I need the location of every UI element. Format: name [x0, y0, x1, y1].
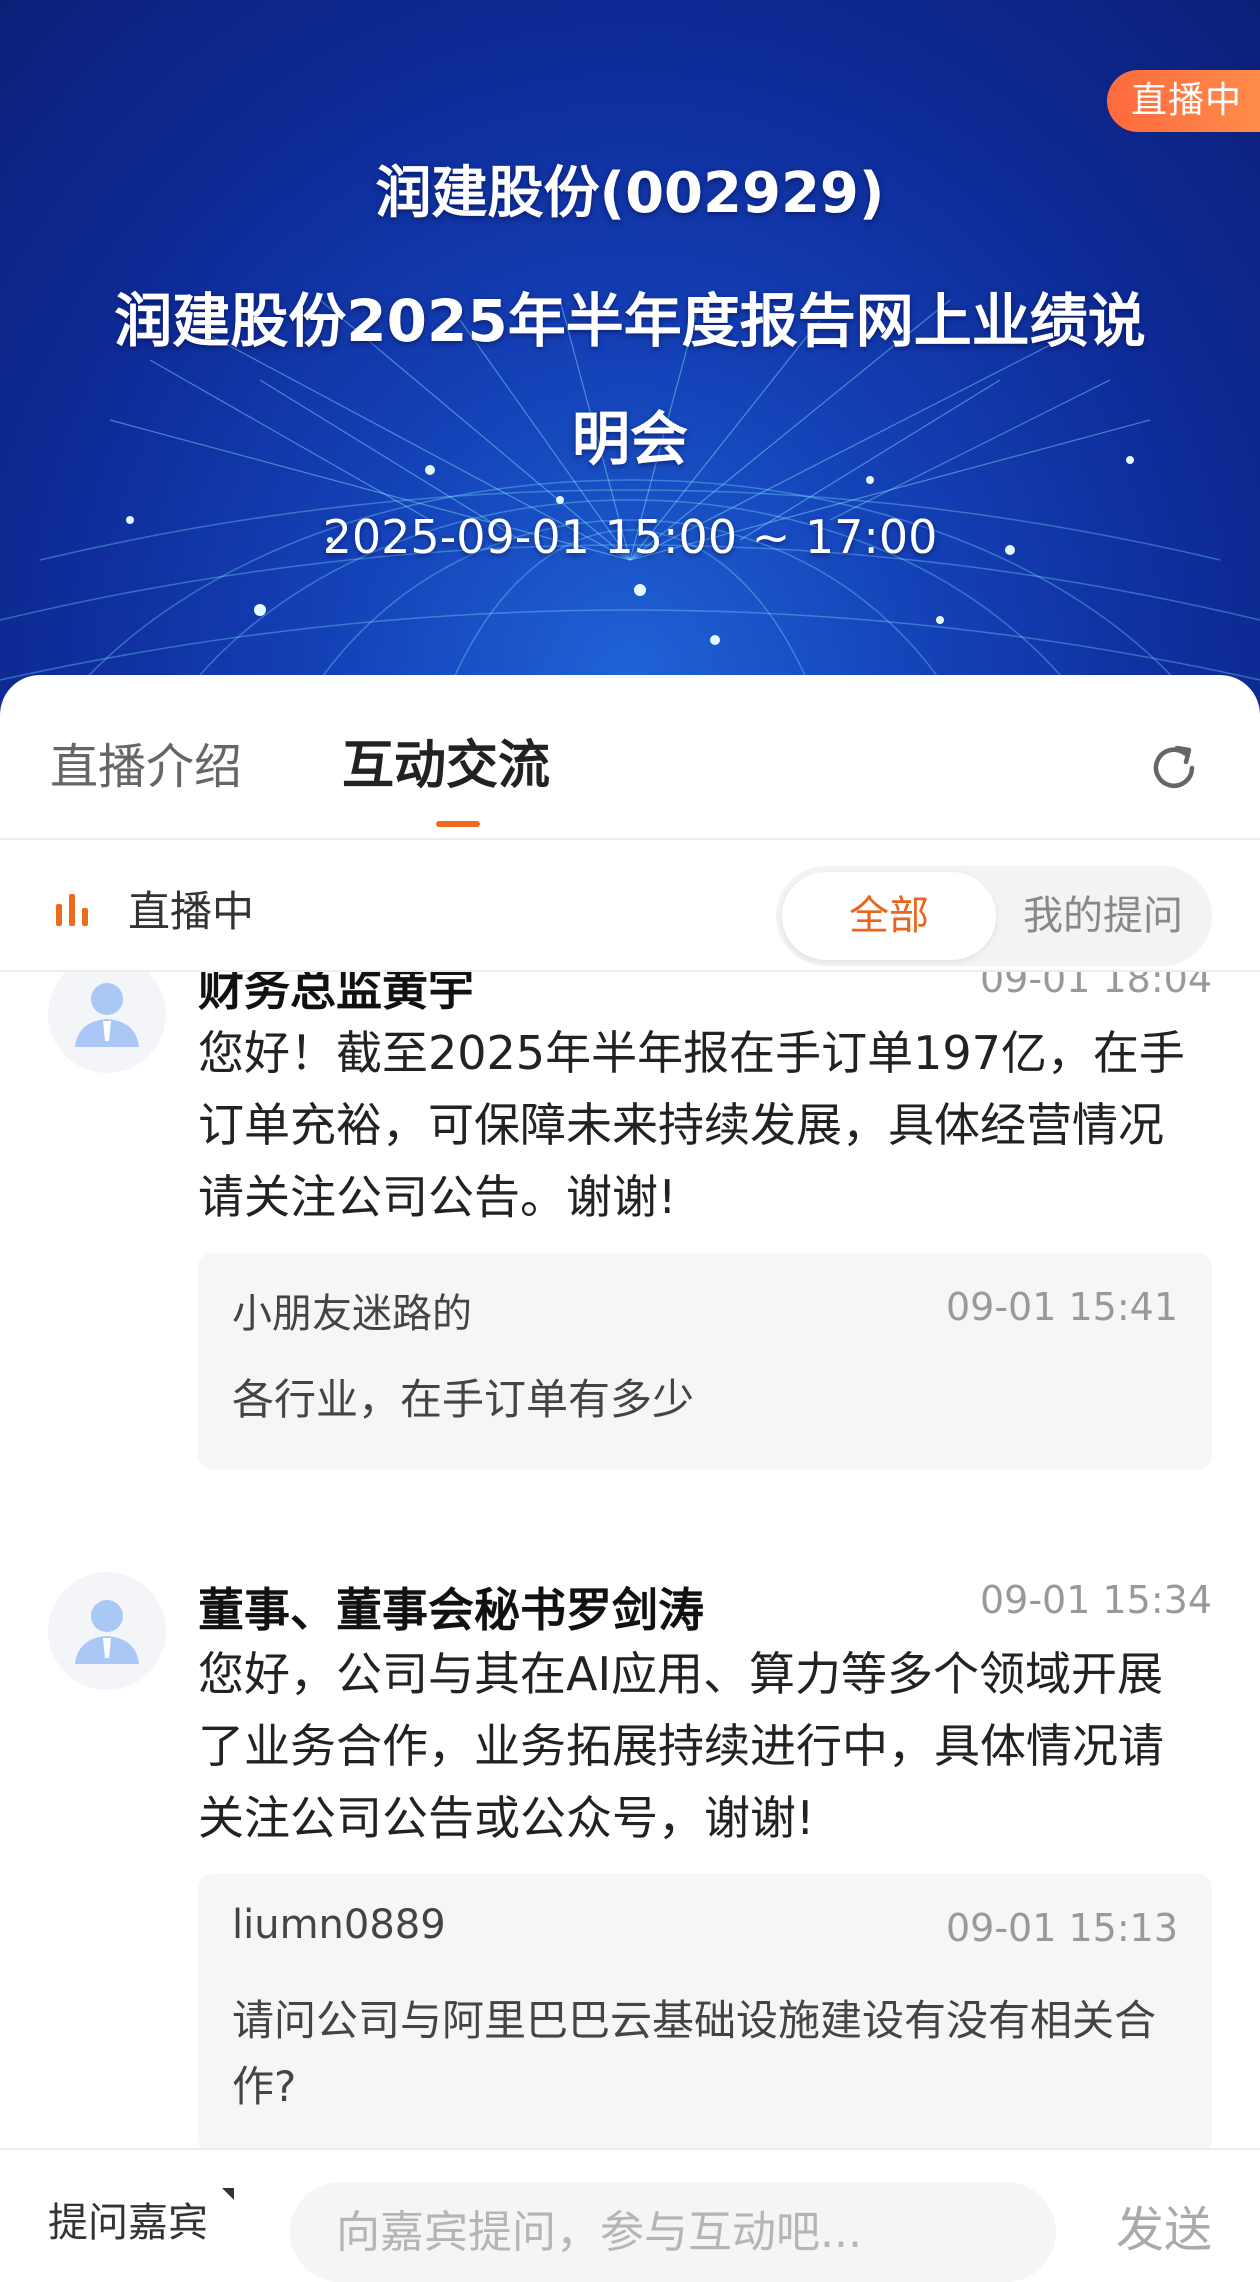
- answer-text: 您好！截至2025年半年报在手订单197亿，在手订单充裕，可保障未来持续发展，具…: [198, 1026, 1185, 1224]
- qa-item: 董事、董事会秘书罗剑涛 09-01 15:34 您好，公司与其在AI应用、算力等…: [0, 1572, 1260, 2152]
- question-time: 09-01 15:41: [945, 1285, 1178, 1329]
- filter-all-button[interactable]: 全部: [782, 872, 996, 960]
- bottom-input-bar: 提问嘉宾 发送: [0, 2148, 1260, 2282]
- filter-my-questions-button[interactable]: 我的提问: [998, 872, 1208, 960]
- live-badge: 直播中: [1106, 70, 1260, 132]
- answer-time: 09-01 15:34: [979, 1578, 1212, 1622]
- refresh-icon[interactable]: [1144, 738, 1204, 798]
- answerer-name: 董事、董事会秘书罗剑涛: [198, 1583, 704, 1637]
- question-text: 各行业，在手订单有多少: [232, 1375, 695, 1424]
- user-avatar-icon: [75, 1600, 139, 1664]
- avatar: [48, 1572, 166, 1690]
- filter-segmented-control: 全部 我的提问: [776, 866, 1212, 966]
- dropdown-corner-icon: [222, 2188, 234, 2200]
- answer-time: 09-01 18:04: [979, 972, 1212, 1001]
- answer-text: 您好，公司与其在AI应用、算力等多个领域开展了业务合作，业务拓展持续进行中，具体…: [198, 1647, 1164, 1845]
- asker-name: 小朋友迷路的: [232, 1291, 472, 1337]
- question-input[interactable]: [290, 2182, 1056, 2282]
- question-box: liumn0889 09-01 15:13 请问公司与阿里巴巴云基础设施建设有没…: [198, 1874, 1212, 2152]
- avatar: [48, 972, 166, 1073]
- send-button[interactable]: 发送: [1116, 2190, 1212, 2260]
- tab-live-intro[interactable]: 直播介绍: [50, 727, 242, 797]
- event-banner: 直播中 润建股份(002929) 润建股份2025年半年度报告网上业绩说明会 2…: [0, 0, 1260, 720]
- asker-name: liumn0889: [232, 1902, 446, 1948]
- live-status-label: 直播中: [128, 887, 255, 936]
- qa-item: 财务总监黄宇 09-01 18:04 您好！截至2025年半年报在手订单197亿…: [0, 972, 1260, 1635]
- tab-bar: 直播介绍 互动交流: [0, 675, 1260, 840]
- ask-guest-selector[interactable]: 提问嘉宾: [48, 2190, 208, 2248]
- active-tab-indicator: [436, 821, 480, 827]
- question-time: 09-01 15:13: [945, 1906, 1178, 1950]
- filter-bar: 直播中 全部 我的提问: [0, 840, 1260, 972]
- question-text: 请问公司与阿里巴巴云基础设施建设有没有相关合作?: [232, 1996, 1157, 2111]
- answerer-name: 财务总监黄宇: [198, 972, 474, 1016]
- tab-interaction[interactable]: 互动交流: [342, 723, 550, 798]
- event-time: 2025-09-01 15:00 ~ 17:00: [322, 510, 938, 564]
- qa-feed[interactable]: 财务总监黄宇 09-01 18:04 您好！截至2025年半年报在手订单197亿…: [0, 972, 1260, 2152]
- question-box: 小朋友迷路的 09-01 15:41 各行业，在手订单有多少: [198, 1253, 1212, 1469]
- content-sheet: 直播介绍 互动交流 直播中 全部 我的提问 财务总监黄宇 09-01 18:04…: [0, 675, 1260, 2279]
- company-code-title: 润建股份(002929): [375, 161, 885, 226]
- user-avatar-icon: [75, 983, 139, 1047]
- event-title: 润建股份2025年半年度报告网上业绩说明会: [114, 287, 1146, 473]
- live-bars-icon: [56, 894, 88, 926]
